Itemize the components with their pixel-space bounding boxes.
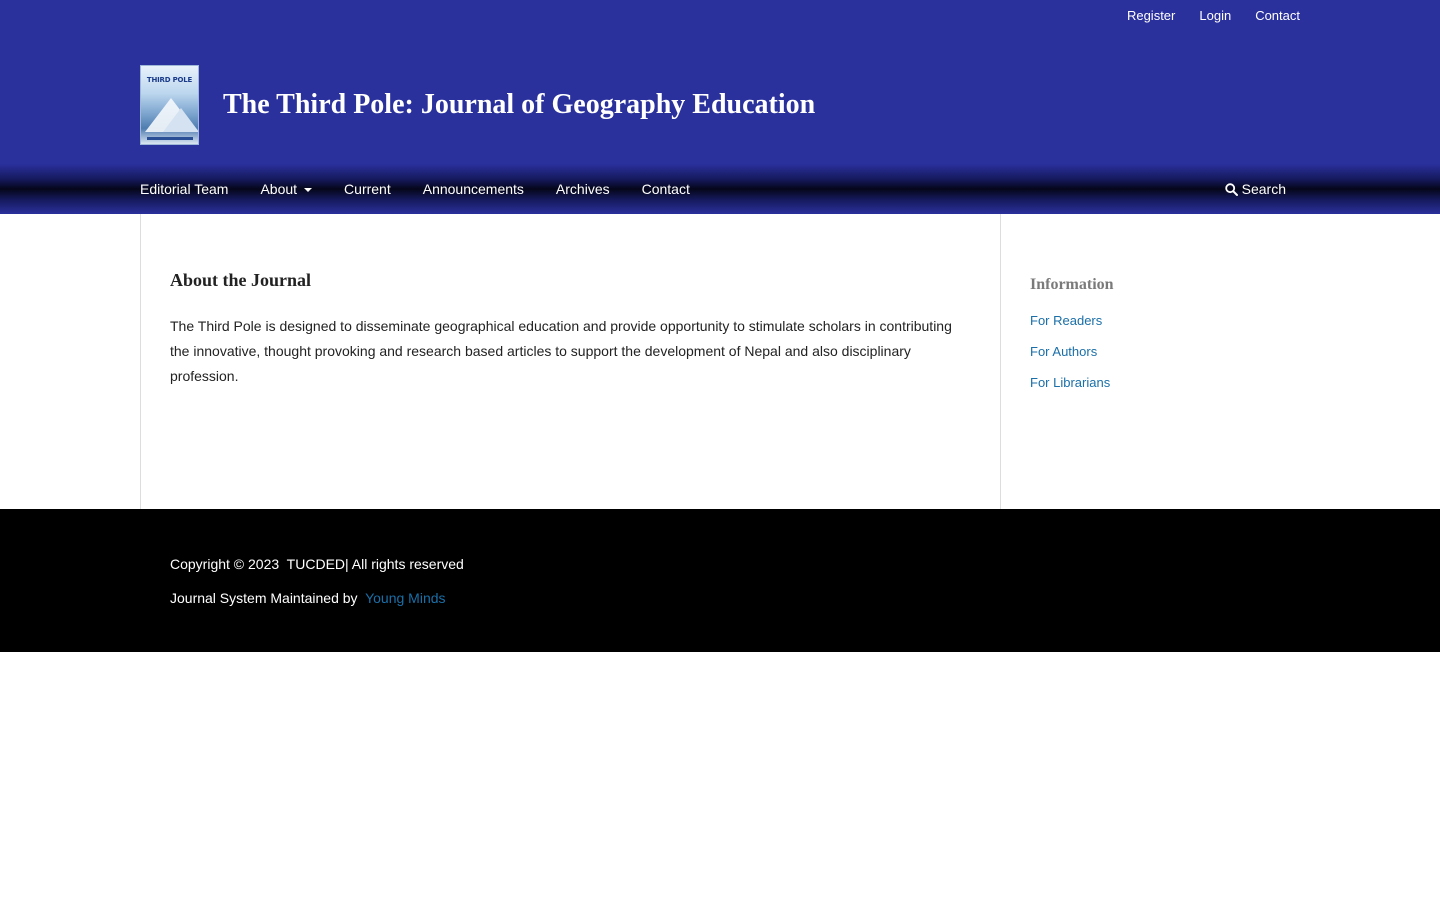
- primary-nav-items: Editorial Team About Current Announcemen…: [140, 164, 722, 214]
- for-authors-link[interactable]: For Authors: [1030, 344, 1097, 359]
- nav-archives[interactable]: Archives: [556, 181, 610, 197]
- caret-down-icon: [304, 188, 313, 192]
- search-label: Search: [1241, 181, 1286, 197]
- main-content: About the Journal The Third Pole is desi…: [140, 214, 1001, 509]
- nav-editorial-team[interactable]: Editorial Team: [140, 181, 228, 197]
- sidebar-heading: Information: [1030, 276, 1114, 293]
- site-title[interactable]: The Third Pole: Journal of Geography Edu…: [223, 89, 815, 121]
- content-wrap: About the Journal The Third Pole is desi…: [0, 214, 1440, 509]
- nav-label: Editorial Team: [140, 181, 229, 197]
- for-librarians-link[interactable]: For Librarians: [1030, 375, 1110, 390]
- maintained-prefix: Journal System Maintained by: [170, 590, 366, 606]
- nav-label: Archives: [555, 181, 610, 197]
- nav-contact[interactable]: Contact: [642, 181, 690, 197]
- logo-mountain-shape-secondary: [163, 108, 198, 132]
- register-link[interactable]: Register: [1115, 6, 1187, 26]
- nav-label: Current: [344, 181, 391, 197]
- logo-stripe: [147, 137, 193, 140]
- top-contact-link[interactable]: Contact: [1243, 6, 1300, 26]
- copyright-text: Copyright © 2023 TUCDED| All rights rese…: [170, 556, 464, 572]
- list-item: For Librarians: [1030, 374, 1110, 405]
- site-header: Register Login Contact THIRD POLE The Th…: [0, 0, 1440, 164]
- young-minds-link[interactable]: Young Minds: [365, 590, 445, 606]
- about-description: The Third Pole is designed to disseminat…: [170, 318, 952, 384]
- login-link[interactable]: Login: [1187, 6, 1243, 26]
- logo-text: THIRD POLE: [146, 76, 193, 84]
- for-readers-link[interactable]: For Readers: [1030, 313, 1102, 328]
- search-link[interactable]: Search: [1224, 164, 1286, 214]
- search-icon: [1224, 182, 1238, 196]
- nav-about[interactable]: About: [260, 181, 313, 197]
- list-item: For Readers: [1030, 312, 1110, 343]
- brand: THIRD POLE The Third Pole: Journal of Ge…: [140, 65, 815, 145]
- nav-current[interactable]: Current: [344, 181, 391, 197]
- user-nav: Register Login Contact: [1115, 6, 1300, 26]
- nav-announcements[interactable]: Announcements: [423, 181, 524, 197]
- maintained-by: Journal System Maintained by Young Minds: [170, 590, 446, 606]
- sidebar-links: For Readers For Authors For Librarians: [1030, 312, 1110, 405]
- nav-label: Announcements: [422, 181, 524, 197]
- journal-logo[interactable]: THIRD POLE: [140, 65, 199, 145]
- site-footer: Copyright © 2023 TUCDED| All rights rese…: [0, 509, 1440, 652]
- nav-label: Contact: [641, 181, 690, 197]
- nav-label: About: [260, 181, 298, 197]
- primary-nav: Editorial Team About Current Announcemen…: [0, 164, 1440, 214]
- page-title: About the Journal: [170, 270, 312, 290]
- list-item: For Authors: [1030, 343, 1110, 374]
